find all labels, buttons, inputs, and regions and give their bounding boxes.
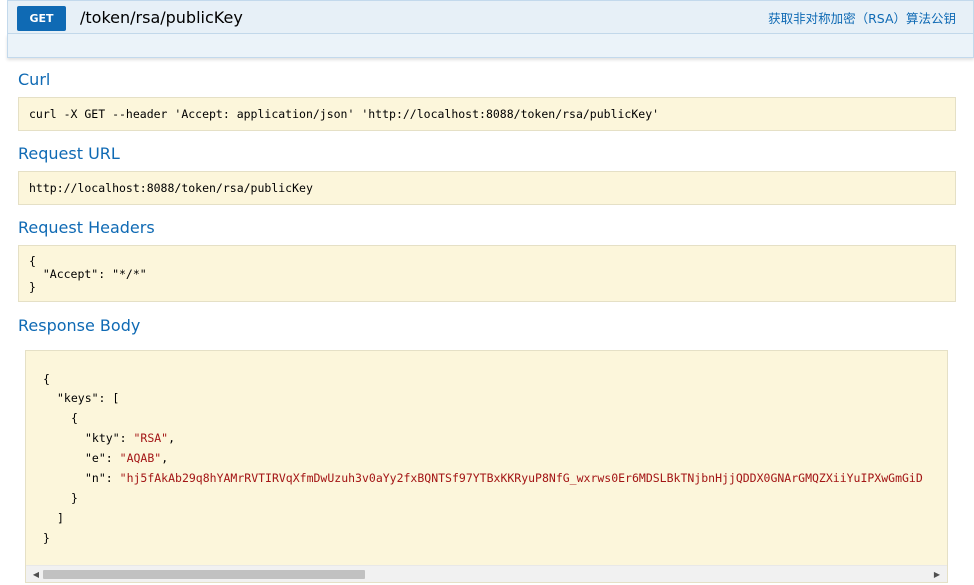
- json-key: "e": [85, 451, 106, 465]
- json-key: "n": [85, 471, 106, 485]
- json-punct: : [: [98, 391, 120, 405]
- request-url-title: Request URL: [18, 144, 120, 163]
- json-key: "kty": [85, 431, 120, 445]
- curl-title: Curl: [18, 70, 51, 89]
- operation-header[interactable]: GET /token/rsa/publicKey 获取非对称加密（RSA）算法公…: [7, 0, 974, 34]
- json-obj-open: {: [71, 411, 78, 425]
- operation-body-bar: [7, 34, 974, 58]
- curl-command: curl -X GET --header 'Accept: applicatio…: [29, 107, 660, 121]
- json-close-brace: }: [43, 531, 50, 545]
- request-url-value: http://localhost:8088/token/rsa/publicKe…: [29, 181, 313, 195]
- scroll-left-arrow-icon[interactable]: ◀: [28, 566, 44, 582]
- json-key: "keys": [57, 391, 99, 405]
- response-body-title: Response Body: [18, 316, 141, 335]
- json-keys-line: "keys": [: [57, 391, 119, 405]
- response-body-box[interactable]: { "keys": [ { "kty": "RSA", "e": "AQAB",…: [25, 350, 948, 583]
- json-obj-close: }: [71, 491, 78, 505]
- json-string: "hj5fAkAb29q8hYAMrRVTIRVqXfmDwUzuh3v0aYy…: [119, 471, 923, 485]
- method-badge[interactable]: GET: [17, 6, 66, 31]
- headers-line: {: [29, 254, 36, 268]
- json-kty-line: "kty": "RSA",: [85, 431, 176, 445]
- operation-path[interactable]: /token/rsa/publicKey: [80, 7, 243, 29]
- json-string: "RSA": [133, 431, 169, 445]
- request-headers-box: { "Accept": "*/*" }: [18, 245, 956, 302]
- headers-line: "Accept": "*/*": [29, 267, 147, 281]
- scroll-right-arrow-icon[interactable]: ▶: [929, 566, 945, 582]
- scroll-thumb[interactable]: [43, 570, 365, 579]
- curl-box: curl -X GET --header 'Accept: applicatio…: [18, 97, 956, 131]
- json-open-brace: {: [43, 372, 50, 386]
- horizontal-scrollbar[interactable]: ◀ ▶: [26, 565, 947, 582]
- request-headers-title: Request Headers: [18, 218, 155, 237]
- request-url-box: http://localhost:8088/token/rsa/publicKe…: [18, 171, 956, 205]
- headers-line: }: [29, 280, 36, 294]
- json-arr-close: ]: [57, 511, 64, 525]
- json-n-line: "n": "hj5fAkAb29q8hYAMrRVTIRVqXfmDwUzuh3…: [85, 471, 923, 485]
- json-e-line: "e": "AQAB",: [85, 451, 169, 465]
- operation-summary[interactable]: 获取非对称加密（RSA）算法公钥: [768, 10, 956, 28]
- json-string: "AQAB": [119, 451, 162, 465]
